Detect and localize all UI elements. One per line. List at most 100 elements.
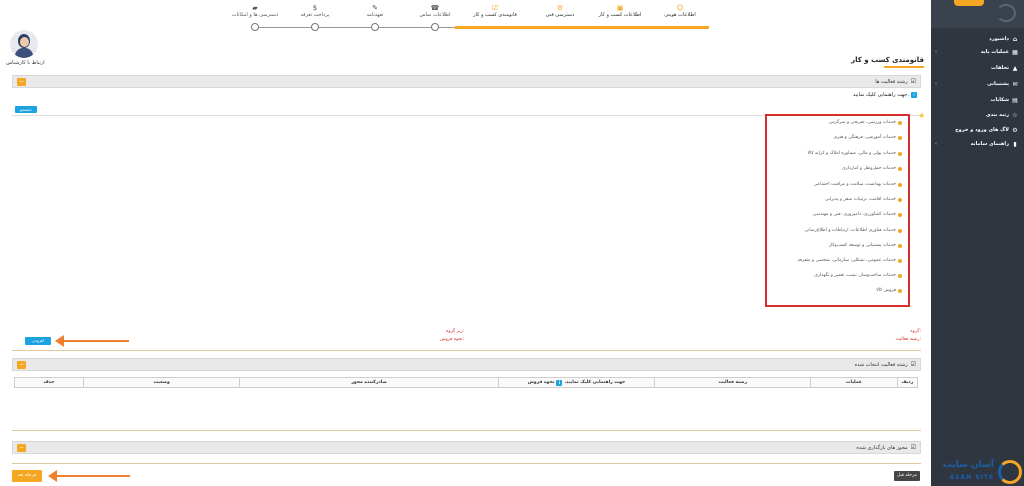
grid-icon: ▦ — [1012, 48, 1018, 56]
stepper-track-pending — [255, 27, 455, 28]
activity-label: خدمات حمل‌ونقل و انبارداری — [842, 166, 896, 171]
step-technical-access[interactable]: ⚙ دسترسی فنی — [530, 4, 590, 19]
watermark-subtext: ASAN SITE — [949, 474, 994, 481]
gears-icon: ⚙ — [556, 4, 564, 12]
activity-label: خدمات بهداشت، سلامت و مراقبت اجتماعی — [813, 182, 896, 187]
previous-step-button[interactable]: مرحله قبل — [894, 471, 920, 481]
step-identity[interactable]: ☺ اطلاعات هویتی — [650, 4, 710, 19]
home-icon: ⌂ — [1012, 35, 1018, 43]
activity-item[interactable]: خدمات پشتیبانی و توسعه کسب‌وکار — [829, 243, 902, 248]
bullet-icon — [898, 243, 902, 248]
collapse-button[interactable]: − — [17, 78, 26, 86]
bullet-icon — [898, 182, 902, 187]
next-step-button[interactable]: مرحله بعد — [12, 470, 42, 482]
search-button[interactable]: جستجو — [15, 106, 37, 113]
info-icon[interactable]: i — [556, 379, 563, 386]
add-button[interactable]: افزودن — [25, 337, 51, 345]
activity-item[interactable]: خدمات پولی و مالی، مشاوره املاک و کرایه … — [807, 151, 902, 156]
step-access-features[interactable]: ▰ دسترسی ها و امکانات — [225, 4, 285, 19]
group-label: گروه: — [910, 329, 921, 334]
bullet-icon — [898, 197, 902, 202]
activity-item[interactable]: خدمات عمومی، تشکلی، سازمانی، شخصی و متفر… — [797, 258, 902, 263]
chevron-left-icon: ‹ — [935, 81, 938, 87]
watermark-circle-icon — [998, 460, 1022, 484]
sidebar-item-label: داشبورد — [989, 36, 1009, 42]
sidebar-item-label: رتبه بندی — [986, 112, 1009, 118]
hint-text: جهت راهنمایی کلیک نمایید. — [853, 92, 909, 98]
activity-label: خدمات ساخت‌وساز، نصب، تعمیر و نگهداری — [814, 273, 896, 278]
collapse-button[interactable]: − — [17, 444, 26, 452]
sidebar-item-login-logs[interactable]: ⚙ لاگ های ورود و خروج — [931, 124, 1024, 136]
activity-item[interactable]: خدمات آموزشی، فرهنگی و هنری — [833, 135, 902, 140]
folder-icon: ▰ — [252, 4, 258, 12]
support-avatar[interactable] — [10, 30, 38, 58]
edit-icon: ✎ — [372, 4, 378, 12]
watermark-logo: آسان سایت ASAN SITE — [926, 458, 1024, 486]
table-header-row: ردیف عملیات رشته فعالیت نحوه فروش i جهت … — [14, 377, 919, 388]
activity-item[interactable]: خدمات فناوری اطلاعات، ارتباطات و اطلاع‌ر… — [804, 228, 902, 233]
arrow-pointer-next — [50, 475, 130, 477]
activity-item[interactable]: خدمات بهداشت، سلامت و مراقبت اجتماعی — [814, 182, 902, 187]
bullet-icon — [898, 228, 902, 233]
step-label: دسترسی فنی — [545, 12, 575, 18]
support-contact-link[interactable]: ارتباط با کارشناس — [6, 60, 45, 66]
step-commitment[interactable]: ✎ تعهدنامه — [345, 4, 405, 19]
step-dot — [251, 23, 259, 31]
step-label: دسترسی ها و امکانات — [231, 12, 279, 18]
sidebar-item-support[interactable]: ✉ پشتیبانی ‹ — [931, 78, 1024, 90]
sidebar-item-dashboard[interactable]: ⌂ داشبورد — [931, 33, 1024, 45]
activity-label: خدمات پولی و مالی، مشاوره املاک و کرایه … — [807, 151, 897, 156]
activity-label: خدمات ورزشی، تفریحی و سرگرمی — [828, 120, 896, 125]
activity-item[interactable]: خدمات حمل‌ونقل و انبارداری — [842, 166, 902, 171]
activity-item[interactable]: خدمات کشاورزی، دامپروری، فنی و مهندسی — [813, 212, 902, 217]
activity-label: خدمات کشاورزی، دامپروری، فنی و مهندسی — [812, 212, 896, 217]
activity-label: خدمات عمومی، تشکلی، سازمانی، شخصی و متفر… — [797, 258, 896, 263]
page-title: قانومندی کسب و کار — [851, 56, 924, 64]
sale-method-title: نحوه فروش — [527, 380, 555, 385]
collapse-button[interactable]: − — [17, 361, 26, 369]
step-label: پرداخت تعرفه — [300, 12, 330, 18]
step-contact-info[interactable]: ☎ اطلاعات تماس — [405, 4, 465, 19]
sidebar-item-base-operations[interactable]: ▦ عملیات پایه ‹ — [931, 46, 1024, 58]
step-dot — [311, 23, 319, 31]
col-delete: حذف — [14, 377, 84, 388]
stepper-track-done — [455, 26, 709, 29]
chevron-left-icon: ‹ — [935, 141, 938, 147]
sidebar-item-violations[interactable]: ▲ تخلفات — [931, 62, 1024, 74]
activity-label: فروش کالا — [876, 288, 896, 293]
avatar-face — [20, 37, 29, 47]
bullet-icon — [898, 258, 902, 263]
sidebar-item-rating[interactable]: ★ ☆ رتبه بندی — [918, 109, 1024, 121]
user-icon: ☺ — [676, 4, 684, 12]
watermark-text: آسان سایت — [942, 460, 994, 470]
sidebar: ⌂ داشبورد ▦ عملیات پایه ‹ ▲ تخلفات ✉ پشت… — [918, 0, 1024, 486]
sidebar-logo-area — [931, 0, 1024, 28]
phone-icon: ☎ — [430, 4, 440, 12]
step-business-info[interactable]: ▣ اطلاعات کسب و کار — [590, 4, 650, 19]
col-status: وضعیت — [82, 377, 241, 388]
activity-item[interactable]: خدمات ورزشی، تفریحی و سرگرمی — [828, 120, 902, 125]
sidebar-item-label: لاگ های ورود و خروج — [955, 127, 1009, 133]
panel-title: رشته فعالیت انتخاب شده — [854, 361, 908, 368]
selected-activities-table: ردیف عملیات رشته فعالیت نحوه فروش i جهت … — [14, 377, 919, 388]
sidebar-item-help[interactable]: ▮ راهنمای سامانه ‹ — [931, 138, 1024, 150]
sidebar-item-label: عملیات پایه — [980, 49, 1009, 55]
activity-item[interactable]: خدمات ساخت‌وساز، نصب، تعمیر و نگهداری — [814, 273, 902, 278]
activity-label: خدمات فناوری اطلاعات، ارتباطات و اطلاع‌ر… — [804, 228, 896, 233]
sidebar-item-complaints[interactable]: ▤ شکایات — [931, 94, 1024, 106]
activity-item[interactable]: خدمات اقامت، ترتیبات سفر و پذیرایی — [825, 197, 902, 202]
chevron-left-icon: ‹ — [935, 49, 938, 55]
step-tariff-payment[interactable]: $ پرداخت تعرفه — [285, 4, 345, 19]
arrow-pointer-add — [57, 340, 129, 342]
briefcase-icon: ▣ — [616, 4, 624, 12]
help-hint[interactable]: i جهت راهنمایی کلیک نمایید. — [853, 92, 917, 98]
title-underline — [884, 66, 924, 68]
subgroup-label: زیر گروه: — [446, 329, 465, 334]
activity-item[interactable]: فروش کالا — [876, 288, 902, 293]
col-activity: رشته فعالیت — [654, 377, 812, 388]
sale-method-header: نحوه فروش i جهت راهنمایی کلیک نمایید. — [527, 379, 625, 386]
step-business-legality[interactable]: ☑ قانومندی کسب و کار — [465, 4, 525, 19]
activity-label: خدمات آموزشی، فرهنگی و هنری — [833, 135, 896, 140]
info-icon: i — [911, 92, 917, 98]
step-label: اطلاعات هویتی — [664, 12, 696, 18]
